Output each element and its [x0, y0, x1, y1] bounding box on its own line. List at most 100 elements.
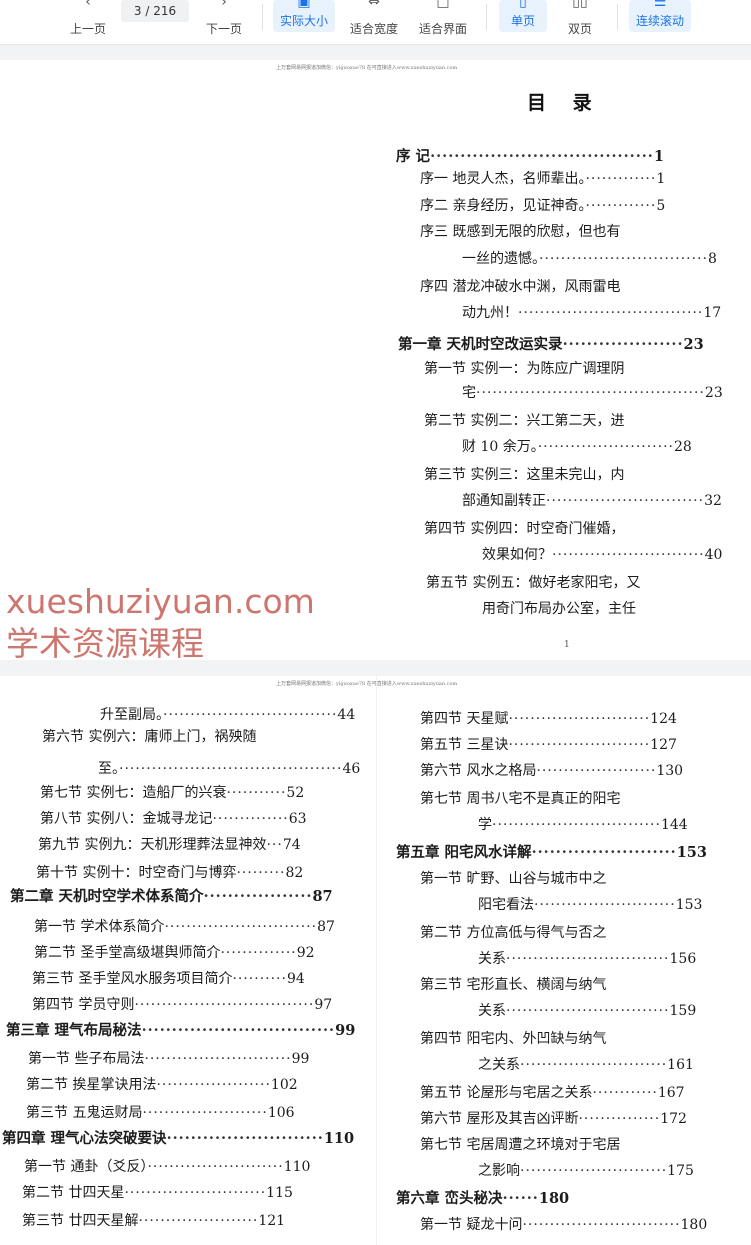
toc-entry: 宅·······································… — [462, 384, 723, 402]
toc-entry: 序二 亲身经历，见证神奇。·············5 — [420, 197, 665, 215]
toc-label: 第二章 天机时空学术体系简介 — [10, 888, 204, 905]
toc-entry: 第五节 三星诀··························127 — [420, 736, 677, 754]
toc-label: 第七节 实例七：造船厂的兴衰 — [40, 785, 227, 801]
toc-label: 第二节 方位高低与得气与否之 — [420, 925, 607, 941]
toc-label: 第三章 理气布局秘法 — [6, 1022, 142, 1039]
toc-label: 第七节 周书八宅不是真正的阳宅 — [420, 791, 621, 807]
toc-dots: ······················ — [138, 1213, 259, 1229]
toc-page: 74 — [282, 837, 301, 853]
toc-chapter: 序 记·····································… — [396, 148, 664, 166]
toc-dots: ············· — [585, 171, 657, 187]
toc-page: 63 — [288, 811, 307, 827]
toc-page: 82 — [285, 865, 304, 881]
toc-dots: ······ — [502, 1190, 539, 1207]
toc-label: 第一节 些子布局法 — [28, 1051, 145, 1067]
double-page-button[interactable]: ▯▯ 双页 — [556, 0, 604, 44]
toc-entry: 第一节 旷野、山谷与城市中之 — [420, 870, 606, 888]
toc-entry: 第二节 挨星掌诀用法·····················102 — [26, 1076, 298, 1094]
toc-label: 第一章 天机时空改运实录 — [398, 336, 563, 353]
toc-page: 92 — [296, 945, 315, 961]
toolbar-divider — [262, 4, 263, 30]
toc-label: 第四节 实例四：时空奇门催婚， — [424, 521, 625, 537]
toc-label: 之影响 — [478, 1163, 520, 1179]
toc-label: 用奇门布局办公室，主任 — [482, 601, 636, 617]
next-page-button[interactable]: › 下一页 — [196, 0, 252, 44]
toc-page: 130 — [656, 763, 684, 779]
toc-entry: 之影响···························175 — [478, 1162, 694, 1180]
toc-label: 第六节 实例六：庸师上门，祸殃随 — [42, 729, 257, 745]
toc-label: 第一节 学术体系简介 — [34, 919, 165, 935]
toc-entry: 动九州！··································17 — [462, 304, 721, 322]
document-page-2: 上万套网易网报道加微信：yiguoxue78 在可直接进入www.xueshuz… — [0, 676, 751, 1245]
toc-label: 第二节 圣手堂高级堪舆师简介 — [34, 945, 221, 961]
page-header: 上万套网易网报道加微信：yiguoxue78 在可直接进入www.xueshuz… — [276, 65, 458, 71]
toc-label: 第三节 廿四天星解 — [22, 1213, 139, 1229]
toc-label: 阳宅看法 — [478, 897, 534, 913]
toc-chapter: 第一章 天机时空改运实录····················23 — [398, 336, 704, 354]
toolbar-divider — [486, 4, 487, 30]
toc-dots: ······················ — [536, 763, 657, 779]
toc-entry: 升至副局。································44 — [100, 706, 355, 724]
toc-entry: 效果如何？····························40 — [482, 546, 722, 564]
toc-page: 97 — [314, 997, 333, 1013]
toc-dots: ··· — [266, 837, 283, 853]
toc-chapter: 第二章 天机时空学术体系简介··················87 — [10, 888, 333, 906]
toc-dots: ··············· — [578, 1111, 661, 1127]
toc-dots: ······························ — [506, 951, 670, 967]
toc-chapter: 第五章 阳宅风水详解························153 — [396, 844, 707, 862]
fit-width-button[interactable]: ⇔ 适合宽度 — [344, 0, 404, 44]
fit-width-icon: ⇔ — [368, 0, 380, 10]
prev-page-button[interactable]: ‹ 上一页 — [60, 0, 116, 44]
actual-size-button[interactable]: ▣ 实际大小 — [273, 0, 335, 32]
toc-label: 第三节 圣手堂风水服务项目简介 — [32, 971, 233, 987]
toc-label: 序 记 — [396, 148, 431, 165]
toc-page: 110 — [283, 1159, 311, 1175]
toc-label: 第五节 三星诀 — [420, 737, 509, 753]
toc-dots: ·············· — [220, 945, 297, 961]
toc-entry: 序一 地灵人杰，名师辈出。·············1 — [420, 170, 665, 188]
toc-page: 23 — [683, 336, 704, 353]
toc-title: 目 录 — [527, 92, 602, 114]
toc-label: 第三节 五鬼运财局 — [26, 1105, 143, 1121]
toc-entry: 第六节 实例六：庸师上门，祸殃随 — [42, 728, 256, 746]
watermark-text: 学术资源课程 — [6, 624, 204, 663]
toc-dots: ···························· — [164, 919, 318, 935]
toc-page: 144 — [660, 817, 688, 833]
toc-dots: ························· — [537, 439, 674, 455]
page-indicator[interactable]: 3 / 216 — [121, 0, 189, 22]
toc-dots: ·············· — [212, 811, 289, 827]
toc-entry: 第六节 风水之格局······················130 — [420, 762, 683, 780]
toc-dots: ····························· — [546, 493, 705, 509]
toc-label: 第五节 实例五：做好老家阳宅，又 — [426, 575, 641, 591]
toc-label: 第一节 实例一：为陈应广调理阴 — [424, 361, 625, 377]
toc-entry: 第一节 实例一：为陈应广调理阴 — [424, 360, 624, 378]
toc-label: 第四节 天星赋 — [420, 711, 509, 727]
current-page-input[interactable]: 3 — [134, 4, 142, 18]
toc-entry: 第八节 实例八：金城寻龙记··············63 — [40, 810, 307, 828]
toc-label: 第五章 阳宅风水详解 — [396, 844, 532, 861]
toc-page: 99 — [335, 1022, 356, 1039]
page-number: 1 — [564, 640, 570, 650]
continuous-scroll-button[interactable]: ☰ 连续滚动 — [629, 0, 691, 32]
toc-dots: ·························· — [534, 897, 676, 913]
toc-entry: 第三节 实例三：这里未完山，内 — [424, 466, 624, 484]
toc-entry: 部通知副转正·····························32 — [462, 492, 722, 510]
double-page-icon: ▯▯ — [572, 0, 588, 10]
toc-dots: ··························· — [520, 1057, 668, 1073]
toc-label: 效果如何？ — [482, 547, 552, 563]
toc-entry: 第十节 实例十：时空奇门与博弈·········82 — [36, 864, 303, 882]
single-page-button[interactable]: ▯ 单页 — [499, 0, 547, 32]
toc-entry: 一丝的遗憾。·······························8 — [462, 250, 717, 268]
toc-label: 第四节 阳宅内、外凹缺与纳气 — [420, 1031, 607, 1047]
toc-label: 序二 亲身经历，见证神奇。 — [420, 198, 586, 214]
toc-label: 第二节 廿四天星 — [22, 1185, 125, 1201]
toc-page: 44 — [337, 707, 356, 723]
fit-page-button[interactable]: □ 适合界面 — [412, 0, 474, 44]
toc-page: 161 — [667, 1057, 694, 1073]
toc-label: 关系 — [478, 1003, 506, 1019]
toc-page: 153 — [676, 844, 707, 861]
toc-entry: 序四 潜龙冲破水中渊，风雨雷电 — [420, 278, 620, 296]
toc-label: 之关系 — [478, 1057, 520, 1073]
toc-label: 第一节 疑龙十问 — [420, 1217, 523, 1233]
toc-page: 32 — [704, 493, 722, 509]
